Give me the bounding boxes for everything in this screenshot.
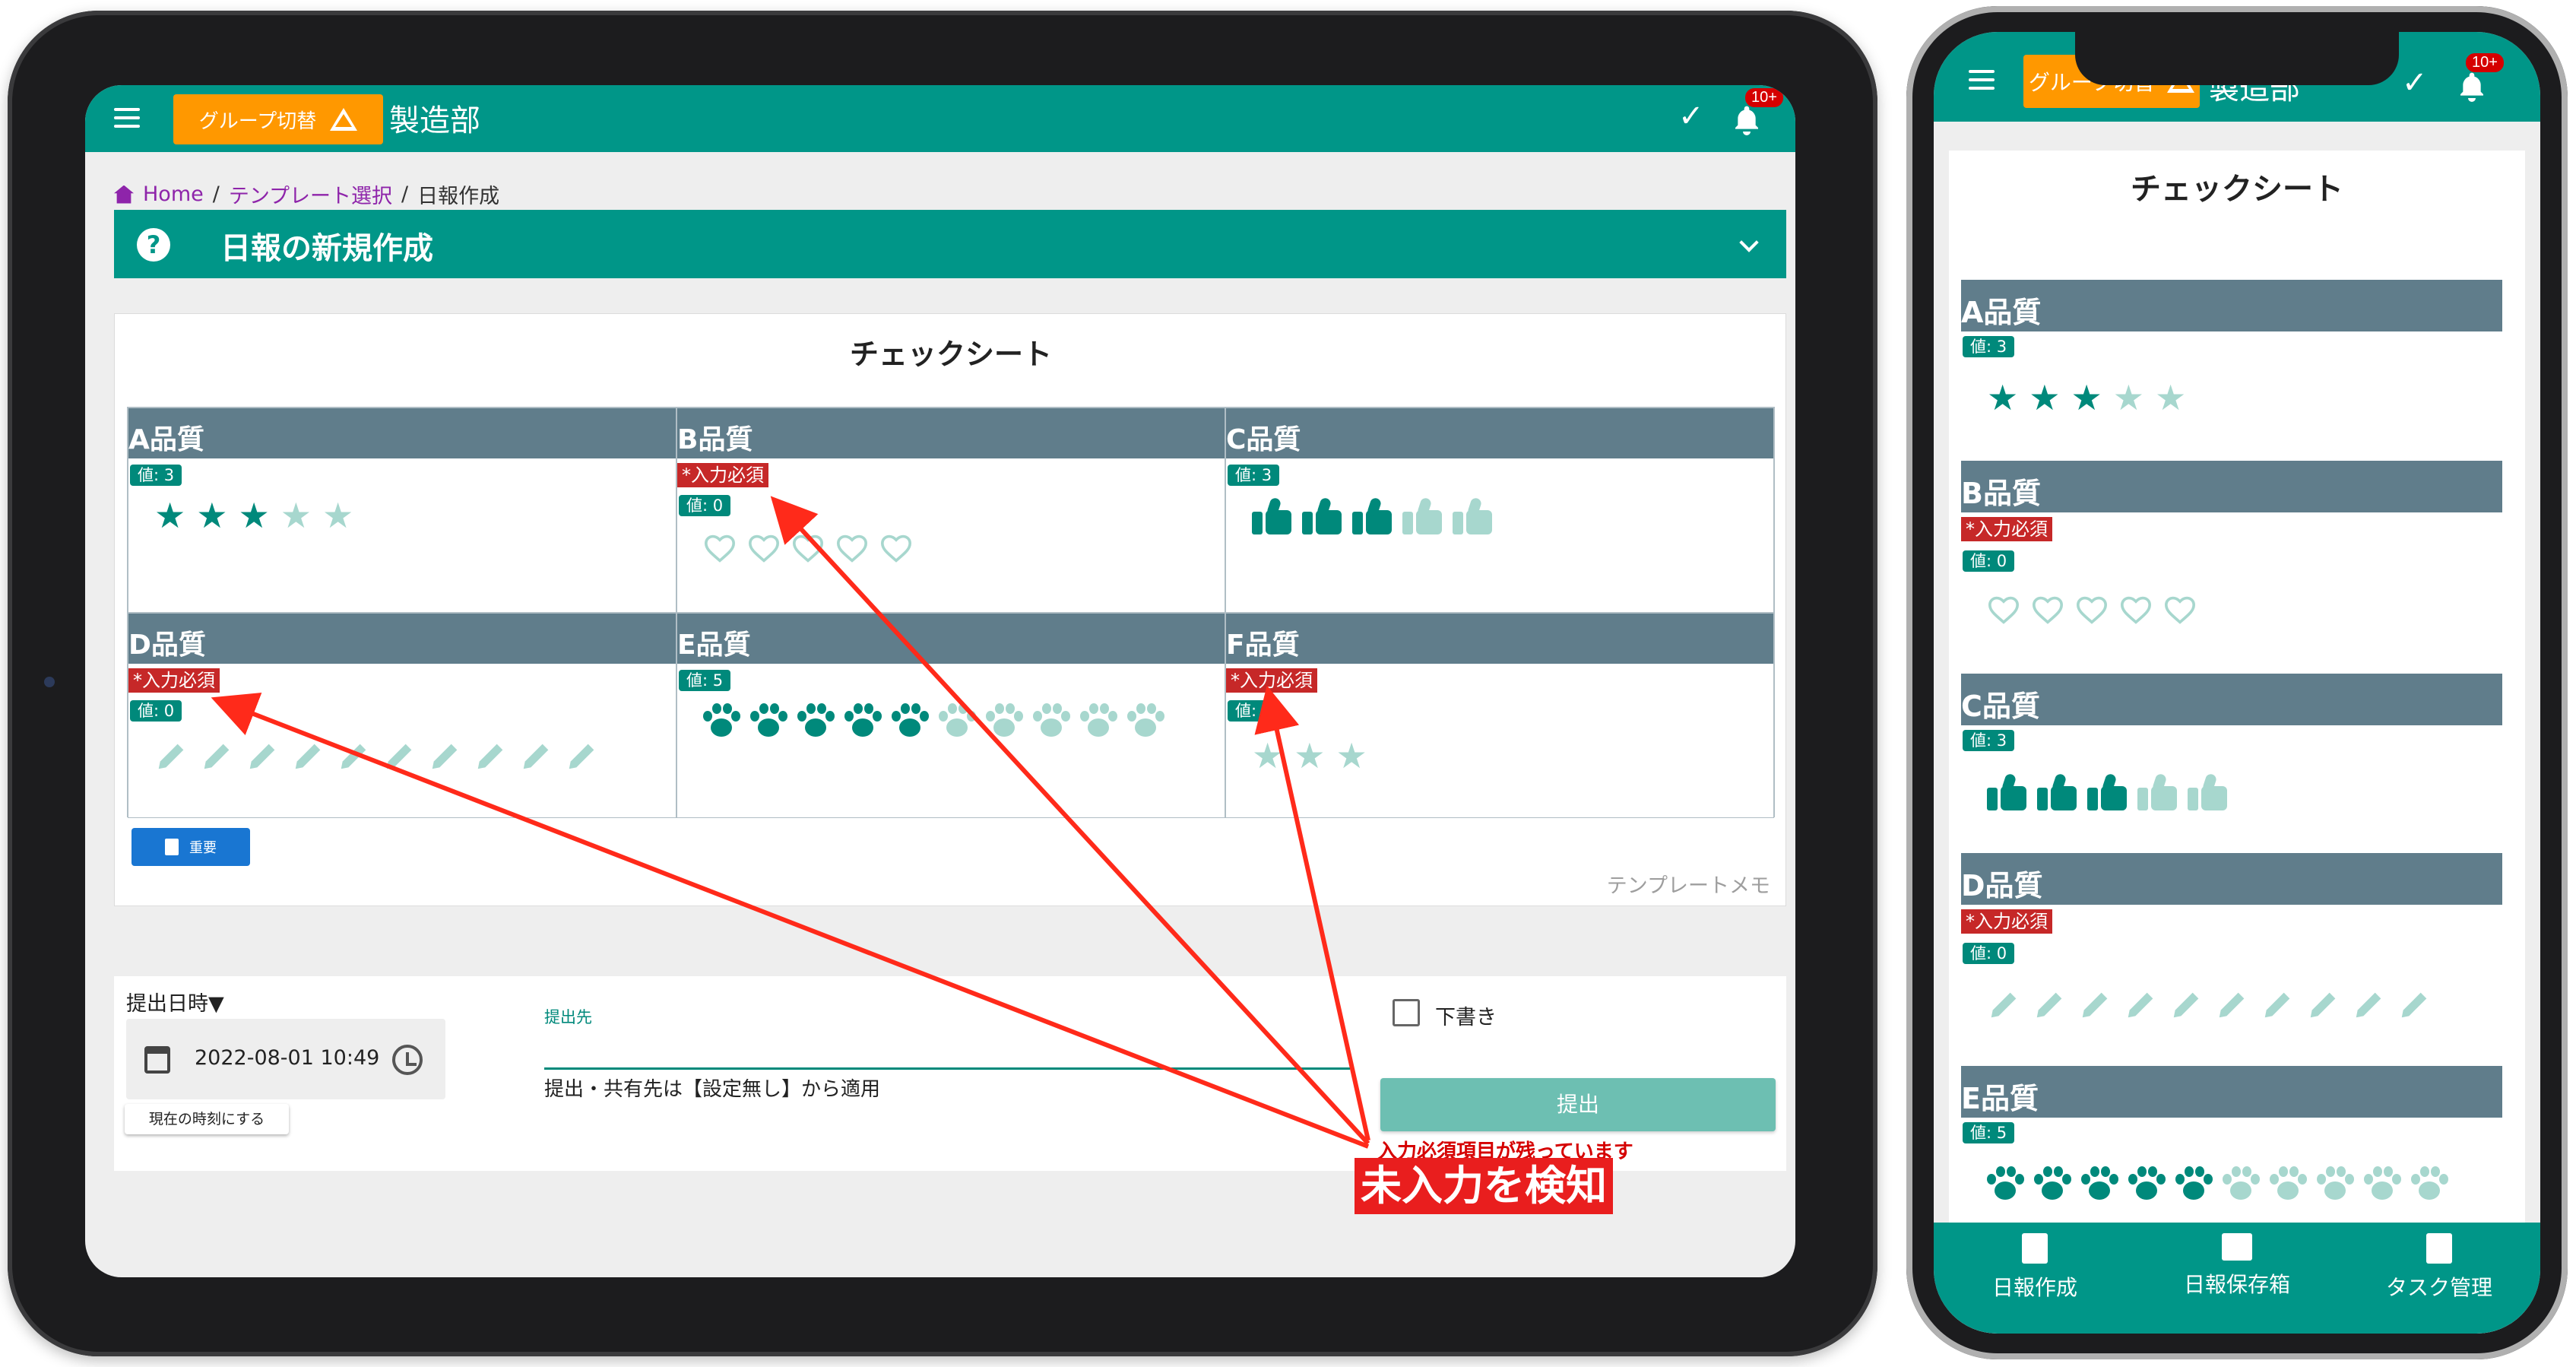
- value-chip: 値: 5: [1963, 1122, 2015, 1143]
- pencil-icon[interactable]: [2078, 987, 2113, 1022]
- nav-create-report[interactable]: 日報作成: [1934, 1233, 2136, 1302]
- heart-icon[interactable]: [1987, 595, 2020, 625]
- rating-icons[interactable]: ★ ★ ★ ★ ★: [1987, 380, 2186, 415]
- paw-icon[interactable]: [2034, 1166, 2071, 1201]
- star-icon[interactable]: ★: [2029, 380, 2060, 415]
- rating-icons[interactable]: [1987, 987, 2432, 1022]
- required-label: *入力必須: [1961, 517, 2052, 541]
- paw-icon[interactable]: [2175, 1166, 2213, 1201]
- add-document-icon: [2022, 1233, 2048, 1264]
- paw-icon[interactable]: [2411, 1166, 2448, 1201]
- thumbs-up-icon[interactable]: [2188, 772, 2227, 810]
- phone-check-sheet-card: チェックシート A品質 値: 3 ★ ★ ★ ★ ★ B品質 *入力必須 値: 0 C品質 値: 3D…: [1949, 151, 2525, 1334]
- nav-label: タスク管理: [2385, 1275, 2492, 1300]
- pencil-icon[interactable]: [2397, 987, 2432, 1022]
- nav-label: 日報作成: [1991, 1275, 2077, 1300]
- nav-label: 日報保存箱: [2183, 1272, 2290, 1297]
- check-item-title: C品質: [1961, 674, 2502, 725]
- pencil-icon[interactable]: [2124, 987, 2159, 1022]
- pencil-icon[interactable]: [2215, 987, 2250, 1022]
- menu-icon[interactable]: [1967, 68, 1998, 96]
- arrow-to-f: [1254, 685, 1370, 1141]
- phone-check-item: E品質値: 5: [1961, 1066, 2502, 1241]
- thumbs-up-icon[interactable]: [1987, 772, 2026, 810]
- check-sheet-title: チェックシート: [2131, 172, 2343, 207]
- pencil-icon[interactable]: [1987, 987, 2022, 1022]
- bell-icon[interactable]: [2457, 70, 2487, 106]
- paw-icon[interactable]: [2364, 1166, 2401, 1201]
- phone-check-item: A品質値: 3 ★ ★ ★ ★ ★: [1961, 280, 2502, 455]
- nav-task-management[interactable]: タスク管理: [2338, 1233, 2540, 1302]
- heart-icon[interactable]: [2075, 595, 2109, 625]
- paw-icon[interactable]: [2128, 1166, 2166, 1201]
- paw-icon[interactable]: [2081, 1166, 2118, 1201]
- star-icon[interactable]: ★: [2113, 380, 2144, 415]
- phone-check-item: C品質値: 3: [1961, 674, 2502, 848]
- thumbs-up-icon[interactable]: [2137, 772, 2177, 810]
- paw-icon[interactable]: [2223, 1166, 2260, 1201]
- nav-report-box[interactable]: 日報保存箱: [2136, 1233, 2338, 1299]
- check-item-title: E品質: [1961, 1066, 2502, 1118]
- rating-icons[interactable]: [1987, 595, 2197, 625]
- paw-icon[interactable]: [2270, 1166, 2307, 1201]
- phone-screen: グループ切替 製造部 ✓ 10+ チェックシート A品質 値: 3 ★ ★ ★ ★ ★ B品質…: [1934, 32, 2540, 1334]
- phone-check-item: D品質 *入力必須値: 0: [1961, 853, 2502, 1028]
- value-chip: 値: 0: [1963, 550, 2015, 572]
- heart-icon[interactable]: [2163, 595, 2197, 625]
- pencil-icon[interactable]: [2306, 987, 2341, 1022]
- pencil-icon[interactable]: [2169, 987, 2204, 1022]
- refresh-document-icon: [2426, 1233, 2452, 1264]
- check-item-title: A品質: [1961, 280, 2502, 331]
- heart-icon[interactable]: [2031, 595, 2064, 625]
- value-chip: 値: 3: [1963, 730, 2015, 751]
- value-chip: 値: 3: [1963, 336, 2015, 357]
- check-item-title: B品質: [1961, 461, 2502, 512]
- phone-bottom-nav: 日報作成 日報保存箱 タスク管理: [1934, 1223, 2540, 1334]
- pencil-icon[interactable]: [2261, 987, 2296, 1022]
- value-chip: 値: 0: [1963, 943, 2015, 964]
- star-icon[interactable]: ★: [1987, 380, 2018, 415]
- detection-callout: 未入力を検知: [1355, 1158, 1613, 1214]
- arrow-to-d: [211, 693, 1370, 1149]
- star-icon[interactable]: ★: [2155, 380, 2186, 415]
- required-label: *入力必須: [1961, 909, 2052, 934]
- check-icon[interactable]: ✓: [2402, 65, 2428, 100]
- phone-notch: [2075, 32, 2399, 85]
- thumbs-up-icon[interactable]: [2087, 772, 2127, 810]
- rating-icons[interactable]: [1987, 1166, 2448, 1201]
- notification-badge: 10+: [2466, 53, 2504, 72]
- check-item-title: D品質: [1961, 853, 2502, 905]
- heart-icon[interactable]: [2119, 595, 2153, 625]
- pencil-icon[interactable]: [2033, 987, 2067, 1022]
- pencil-icon[interactable]: [2352, 987, 2387, 1022]
- paw-icon[interactable]: [2317, 1166, 2354, 1201]
- phone-check-item: B品質 *入力必須値: 0: [1961, 461, 2502, 636]
- archive-icon: [2222, 1233, 2252, 1261]
- arrow-to-b: [770, 496, 1370, 1146]
- star-icon[interactable]: ★: [2071, 380, 2102, 415]
- rating-icons[interactable]: [1987, 772, 2227, 810]
- paw-icon[interactable]: [1987, 1166, 2024, 1201]
- thumbs-up-icon[interactable]: [2037, 772, 2077, 810]
